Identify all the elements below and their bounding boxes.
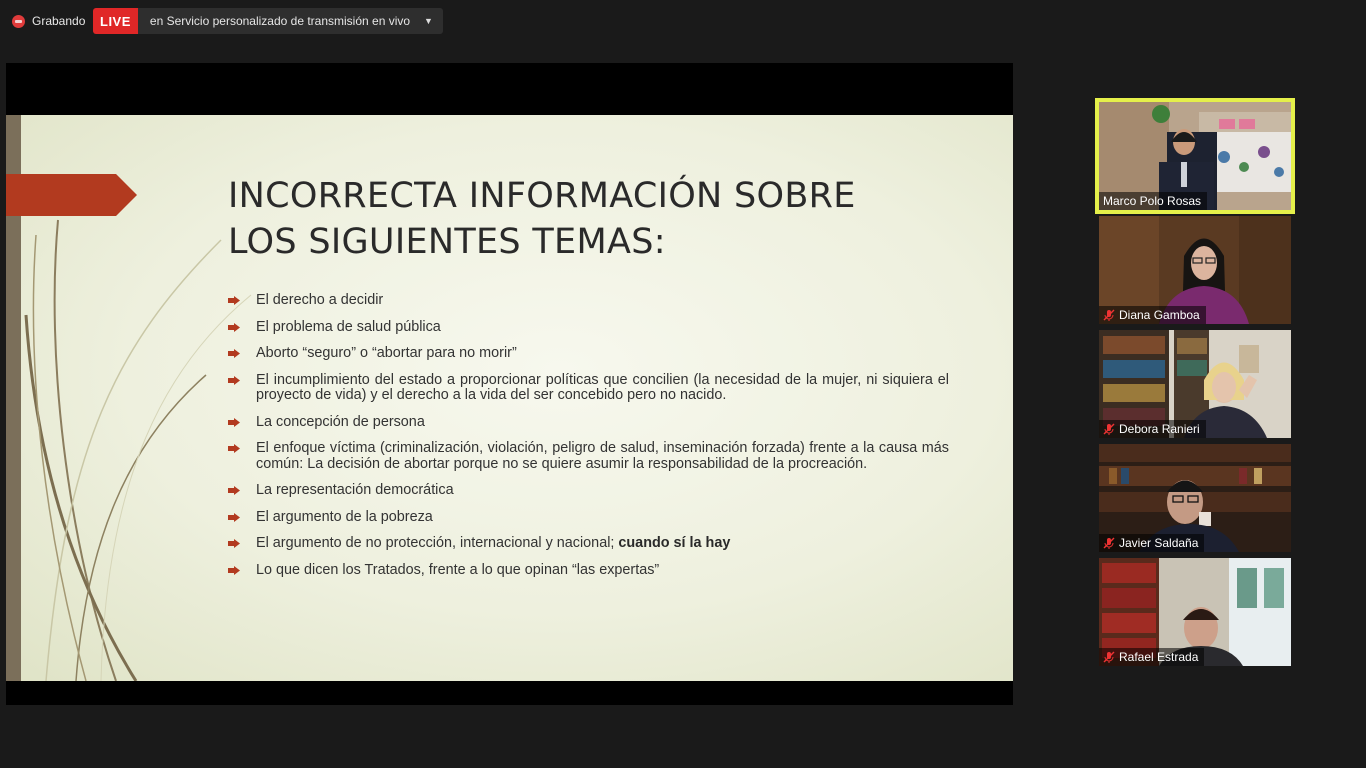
mic-muted-icon	[1103, 423, 1115, 435]
list-item: El derecho a decidir	[228, 292, 949, 309]
mic-muted-icon	[1103, 309, 1115, 321]
bullet-arrow-icon	[228, 512, 240, 522]
list-item: Aborto “seguro” o “abortar para no morir…	[228, 345, 949, 362]
record-icon	[12, 14, 25, 28]
participant-name-tag: Rafael Estrada	[1099, 648, 1205, 666]
presentation-slide: INCORRECTA INFORMACIÓN SOBRE LOS SIGUIEN…	[6, 115, 1013, 681]
list-item: El argumento de no protección, internaci…	[228, 535, 949, 552]
caret-down-icon: ▼	[424, 16, 433, 26]
participant-name-tag: Javier Saldaña	[1099, 534, 1205, 552]
participant-tile[interactable]: Javier Saldaña	[1099, 444, 1291, 552]
bullet-arrow-icon	[228, 539, 240, 548]
bullet-arrow-icon	[228, 444, 240, 453]
bullet-arrow-icon	[228, 417, 240, 427]
participant-name-tag: Marco Polo Rosas	[1099, 192, 1208, 210]
participant-tile[interactable]: Debora Ranieri	[1099, 330, 1291, 438]
bullet-arrow-icon	[228, 322, 240, 332]
list-item: El problema de salud pública	[228, 319, 949, 336]
mic-muted-icon	[1103, 537, 1115, 549]
participant-name-tag: Debora Ranieri	[1099, 420, 1206, 438]
list-item: La representación democrática	[228, 482, 949, 499]
list-item: El argumento de la pobreza	[228, 509, 949, 526]
list-item: El enfoque víctima (criminalización, vio…	[228, 440, 949, 472]
participant-tile[interactable]: Rafael Estrada	[1099, 558, 1291, 666]
live-badge: LIVE	[93, 8, 138, 34]
bullet-arrow-icon	[228, 349, 240, 358]
participant-name-tag: Diana Gamboa	[1099, 306, 1206, 324]
live-stream-control[interactable]: LIVE en Servicio personalizado de transm…	[93, 8, 443, 34]
slide-title: INCORRECTA INFORMACIÓN SOBRE LOS SIGUIEN…	[228, 176, 856, 262]
bullet-bold-text: cuando sí la hay	[618, 535, 731, 551]
bullet-arrow-icon	[228, 486, 240, 495]
recording-label: Grabando	[32, 14, 86, 28]
live-service-dropdown[interactable]: en Servicio personalizado de transmisión…	[137, 8, 443, 34]
meeting-window: Grabando LIVE en Servicio personalizado …	[0, 0, 1366, 768]
bullet-arrow-icon	[228, 296, 240, 305]
mic-muted-icon	[1103, 651, 1115, 663]
recording-indicator: Grabando	[12, 12, 85, 30]
bullet-arrow-icon	[228, 565, 240, 575]
list-item: La concepción de persona	[228, 414, 949, 431]
list-item: Lo que dicen los Tratados, frente a lo q…	[228, 562, 949, 579]
slide-accent-flag	[6, 174, 137, 216]
list-item: El incumplimiento del estado a proporcio…	[228, 372, 949, 404]
participant-tile-active[interactable]: Marco Polo Rosas	[1095, 98, 1295, 214]
live-service-label: en Servicio personalizado de transmisión…	[149, 14, 411, 28]
slide-bullet-list: El derecho a decidir El problema de salu…	[228, 292, 949, 589]
participant-tile[interactable]: Diana Gamboa	[1099, 216, 1291, 324]
shared-screen: INCORRECTA INFORMACIÓN SOBRE LOS SIGUIEN…	[6, 63, 1013, 705]
bullet-arrow-icon	[228, 375, 240, 385]
